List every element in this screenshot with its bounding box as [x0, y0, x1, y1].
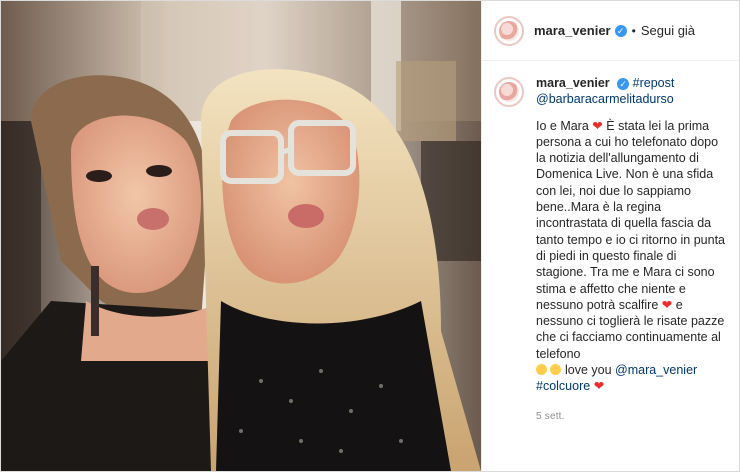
caption-text-1: Io e Mara: [536, 118, 589, 133]
caption-text-4: love you: [564, 363, 612, 378]
laughing-emoji-icon: [550, 364, 562, 376]
mention-mara-link[interactable]: @mara_venier: [615, 363, 697, 377]
profile-avatar[interactable]: [494, 15, 524, 46]
red-heart-icon: ❤: [593, 379, 605, 394]
mention-source-link[interactable]: @barbaracarmelitadurso: [536, 92, 674, 106]
hashtag-colcuore-link[interactable]: #colcuore: [536, 379, 590, 393]
caption-username[interactable]: mara_venier: [536, 76, 610, 90]
hashtag-repost-link[interactable]: #repost: [633, 76, 675, 90]
instagram-post: mara_venier ✓ • Segui già mara_venier ✓ …: [0, 0, 740, 472]
post-sidebar: mara_venier ✓ • Segui già mara_venier ✓ …: [481, 1, 739, 471]
post-photo[interactable]: [1, 1, 481, 471]
verified-badge-icon: ✓: [617, 78, 630, 90]
caption-body: Io e Mara ❤ È stata lei la prima persona…: [536, 118, 727, 395]
separator-dot: •: [631, 23, 636, 38]
verified-badge-icon: ✓: [614, 24, 627, 37]
tongue-emoji-icon: [536, 364, 547, 376]
red-heart-icon: ❤: [592, 118, 603, 133]
following-button[interactable]: Segui già: [641, 23, 695, 38]
caption-text-2: È stata lei la prima persona a cui ho te…: [536, 118, 726, 312]
caption-header-line: mara_venier ✓ #repost @barbaracarmelitad…: [536, 75, 727, 108]
avatar-image: [499, 20, 519, 41]
post-timestamp[interactable]: 5 sett.: [536, 409, 727, 425]
selfie-photo: [1, 1, 481, 471]
avatar-image: [499, 82, 519, 102]
header-username[interactable]: mara_venier: [534, 23, 611, 38]
post-header: mara_venier ✓ • Segui già: [482, 1, 739, 61]
caption-avatar[interactable]: [494, 77, 524, 107]
caption-text: mara_venier ✓ #repost @barbaracarmelitad…: [536, 75, 727, 425]
post-caption: mara_venier ✓ #repost @barbaracarmelitad…: [482, 61, 739, 425]
red-heart-icon: ❤: [661, 297, 673, 312]
